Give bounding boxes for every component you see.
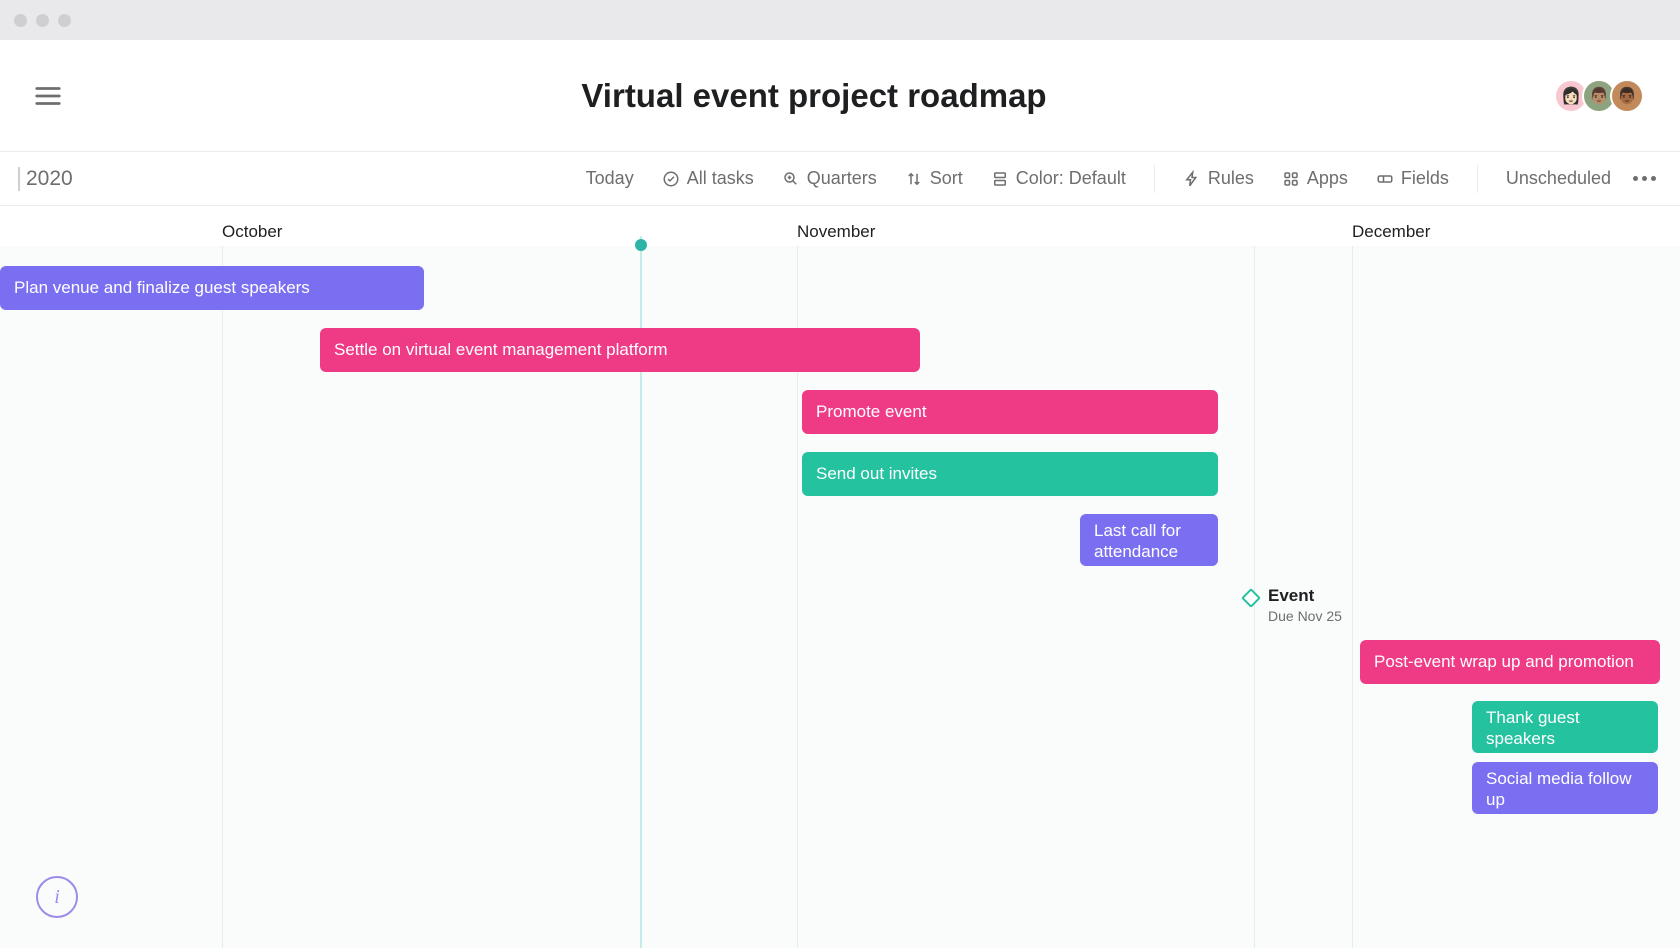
task-label: Last call for attendance (1094, 520, 1204, 563)
zoom-icon (782, 170, 800, 188)
timeline[interactable]: October November December Plan venue and… (0, 206, 1680, 948)
collaborator-avatars[interactable]: 👩🏻 👨🏽 👨🏾 (1560, 79, 1644, 113)
traffic-light-zoom[interactable] (58, 14, 71, 27)
milestone-title: Event (1268, 586, 1342, 606)
toolbar: 2020 Today All tasks Quarters Sort Color… (0, 152, 1680, 206)
fields-button[interactable]: Fields (1362, 162, 1463, 195)
apps-label: Apps (1307, 168, 1348, 189)
today-button[interactable]: Today (572, 162, 648, 195)
page-title: Virtual event project roadmap (68, 77, 1560, 115)
app-header: Virtual event project roadmap 👩🏻 👨🏽 👨🏾 (0, 40, 1680, 152)
task-label: Post-event wrap up and promotion (1374, 652, 1634, 672)
check-circle-icon (662, 170, 680, 188)
rules-button[interactable]: Rules (1169, 162, 1268, 195)
fields-icon (1376, 170, 1394, 188)
task-label: Thank guest speakers (1486, 707, 1644, 750)
window-chrome (0, 0, 1680, 40)
task-bar-plan-venue[interactable]: Plan venue and finalize guest speakers (0, 266, 424, 310)
month-header-row: October November December (0, 206, 1680, 246)
unscheduled-label: Unscheduled (1506, 168, 1611, 189)
fields-label: Fields (1401, 168, 1449, 189)
task-bar-thank-speakers[interactable]: Thank guest speakers (1472, 701, 1658, 753)
apps-button[interactable]: Apps (1268, 162, 1362, 195)
month-label: November (797, 222, 875, 242)
task-label: Settle on virtual event management platf… (334, 340, 668, 360)
traffic-light-minimize[interactable] (36, 14, 49, 27)
all-tasks-button[interactable]: All tasks (648, 162, 768, 195)
apps-icon (1282, 170, 1300, 188)
hamburger-icon (33, 81, 63, 111)
unscheduled-button[interactable]: Unscheduled (1492, 162, 1625, 195)
color-label: Color: Default (1016, 168, 1126, 189)
quarters-button[interactable]: Quarters (768, 162, 891, 195)
today-marker (635, 239, 647, 251)
task-bar-promote[interactable]: Promote event (802, 390, 1218, 434)
year-label: 2020 (18, 167, 73, 191)
rules-label: Rules (1208, 168, 1254, 189)
sort-button[interactable]: Sort (891, 162, 977, 195)
task-label: Send out invites (816, 464, 937, 484)
info-icon: i (54, 886, 60, 909)
month-label: December (1352, 222, 1430, 242)
gridline (222, 246, 223, 948)
traffic-light-close[interactable] (14, 14, 27, 27)
menu-button[interactable] (28, 76, 68, 116)
task-label: Social media follow up (1486, 768, 1644, 811)
month-label: October (222, 222, 282, 242)
task-bar-settle-platform[interactable]: Settle on virtual event management platf… (320, 328, 920, 372)
more-menu-button[interactable] (1633, 176, 1656, 181)
gridline (1352, 246, 1353, 948)
all-tasks-label: All tasks (687, 168, 754, 189)
toolbar-divider (1477, 165, 1478, 193)
quarters-label: Quarters (807, 168, 877, 189)
avatar[interactable]: 👨🏾 (1610, 79, 1644, 113)
today-label: Today (586, 168, 634, 189)
sort-icon (905, 170, 923, 188)
toolbar-divider (1154, 165, 1155, 193)
milestone[interactable]: Event Due Nov 25 (1244, 586, 1342, 624)
color-button[interactable]: Color: Default (977, 162, 1140, 195)
lightning-icon (1183, 170, 1201, 188)
milestone-subtitle: Due Nov 25 (1268, 608, 1342, 624)
task-bar-wrap-up[interactable]: Post-event wrap up and promotion (1360, 640, 1660, 684)
task-bar-invites[interactable]: Send out invites (802, 452, 1218, 496)
task-bar-social-follow[interactable]: Social media follow up (1472, 762, 1658, 814)
sort-label: Sort (930, 168, 963, 189)
color-icon (991, 170, 1009, 188)
milestone-diamond-icon (1241, 588, 1261, 608)
gantt-area[interactable]: Plan venue and finalize guest speakers Se… (0, 246, 1680, 948)
task-bar-last-call[interactable]: Last call for attendance (1080, 514, 1218, 566)
task-label: Plan venue and finalize guest speakers (14, 278, 310, 298)
task-label: Promote event (816, 402, 927, 422)
info-button[interactable]: i (36, 876, 78, 918)
